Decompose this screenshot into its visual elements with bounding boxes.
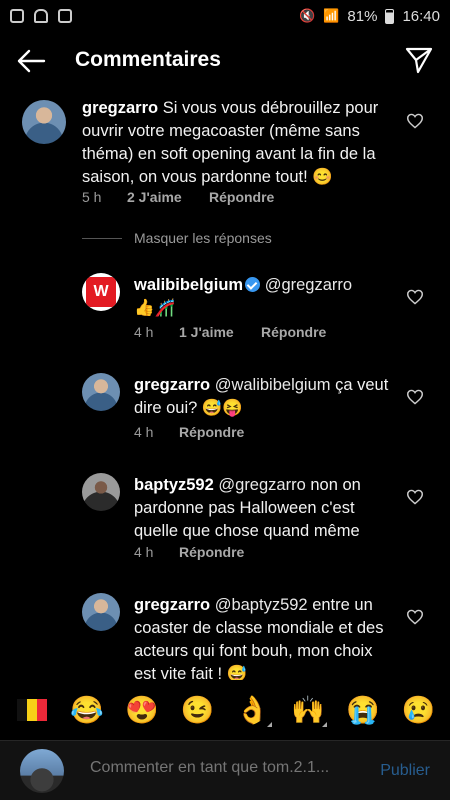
- reply-text: walibibelgium @gregzarro 👍🎢: [134, 274, 394, 320]
- reply-button[interactable]: Répondre: [261, 324, 326, 340]
- gallery-notification-icon: [58, 9, 72, 23]
- hide-replies-label: Masquer les réponses: [134, 230, 272, 246]
- likes-count[interactable]: 2 J'aime: [127, 189, 209, 205]
- reply-time: 4 h: [134, 324, 154, 340]
- back-arrow-icon[interactable]: [14, 44, 48, 78]
- instagram-notification-icon: [10, 9, 24, 23]
- skin-tone-indicator-icon: [321, 722, 327, 727]
- reply-time: 4 h: [134, 424, 154, 440]
- emoji-raised-hands-glyph: 🙌: [291, 695, 325, 725]
- mute-icon: 🔇: [299, 8, 316, 23]
- battery-percent: 81%: [347, 7, 378, 25]
- mention-link[interactable]: @baptyz592: [215, 596, 308, 614]
- emoji-sob[interactable]: 😭: [340, 687, 386, 733]
- hide-replies-button[interactable]: Masquer les réponses: [82, 230, 272, 246]
- reply-button[interactable]: Répondre: [179, 424, 244, 440]
- likes-count[interactable]: 1 J'aime: [179, 324, 261, 340]
- reply-meta: 4 h Répondre: [134, 424, 244, 440]
- header: Commentaires: [0, 32, 450, 90]
- belgium-flag-emoji[interactable]: [9, 687, 55, 733]
- reply-username[interactable]: baptyz592: [134, 476, 214, 494]
- avatar[interactable]: [82, 593, 120, 631]
- ghost-notification-icon: [34, 9, 48, 23]
- reply-username[interactable]: gregzarro: [134, 596, 210, 614]
- heart-icon[interactable]: [406, 489, 424, 505]
- emoji-wink[interactable]: 😉: [174, 687, 220, 733]
- walibi-logo: W: [86, 277, 116, 307]
- heart-icon[interactable]: [406, 609, 424, 625]
- skin-tone-indicator-icon: [266, 722, 272, 727]
- comment-time: 5 h: [82, 189, 102, 205]
- current-user-avatar: [20, 749, 64, 793]
- reply-time: 4 h: [134, 544, 154, 560]
- comment-meta: 5 h 2 J'aime Répondre: [82, 189, 274, 205]
- emoji-ok-hand[interactable]: 👌: [230, 687, 276, 733]
- avatar[interactable]: W: [82, 273, 120, 311]
- emoji-ok-hand-glyph: 👌: [235, 695, 270, 725]
- emoji-cry[interactable]: 😢: [395, 687, 441, 733]
- comment-text: gregzarro Si vous vous débrouillez pour …: [82, 97, 397, 189]
- verified-badge-icon: [245, 277, 261, 292]
- emoji-raised-hands[interactable]: 🙌: [285, 687, 331, 733]
- mention-link[interactable]: @walibibelgium: [215, 376, 331, 394]
- reply-text: gregzarro @baptyz592 entre un coaster de…: [134, 594, 389, 686]
- reply-username[interactable]: gregzarro: [134, 376, 210, 394]
- comment-input-bar: Publier: [0, 740, 450, 800]
- status-bar: 🔇 📶 81% 16:40: [0, 0, 450, 32]
- avatar[interactable]: [82, 473, 120, 511]
- clock: 16:40: [402, 7, 440, 25]
- emoji-heart-eyes[interactable]: 😍: [119, 687, 165, 733]
- avatar[interactable]: [82, 373, 120, 411]
- battery-icon: [385, 8, 395, 24]
- status-right: 🔇 📶 81% 16:40: [299, 8, 440, 25]
- wifi-icon: 📶: [323, 8, 340, 23]
- status-left-icons: [10, 9, 72, 23]
- publish-button[interactable]: Publier: [380, 762, 430, 780]
- reply-body: 👍🎢: [134, 299, 176, 317]
- divider: [82, 237, 122, 239]
- heart-icon[interactable]: [406, 389, 424, 405]
- avatar[interactable]: [22, 100, 66, 144]
- reply-meta: 4 h Répondre: [134, 544, 244, 560]
- heart-icon[interactable]: [406, 289, 424, 305]
- mention-link[interactable]: @gregzarro: [265, 276, 352, 294]
- reply-text: gregzarro @walibibelgium ça veut dire ou…: [134, 374, 389, 420]
- reply-text: baptyz592 @gregzarro non on pardonne pas…: [134, 474, 392, 543]
- emoji-quick-bar: 😂 😍 😉 👌 🙌 😭 😢: [0, 680, 450, 740]
- mention-link[interactable]: @gregzarro: [218, 476, 305, 494]
- reply-button[interactable]: Répondre: [179, 544, 244, 560]
- belgium-flag-icon: [16, 699, 47, 721]
- comment-input[interactable]: [90, 759, 360, 777]
- heart-icon[interactable]: [406, 113, 424, 129]
- reply-username[interactable]: walibibelgium: [134, 276, 243, 294]
- comment-username[interactable]: gregzarro: [82, 99, 158, 117]
- emoji-joy[interactable]: 😂: [64, 687, 110, 733]
- reply-button[interactable]: Répondre: [209, 189, 274, 205]
- reply-meta: 4 h 1 J'aime Répondre: [134, 324, 326, 340]
- page-title: Commentaires: [75, 48, 221, 71]
- direct-send-icon[interactable]: [404, 45, 434, 75]
